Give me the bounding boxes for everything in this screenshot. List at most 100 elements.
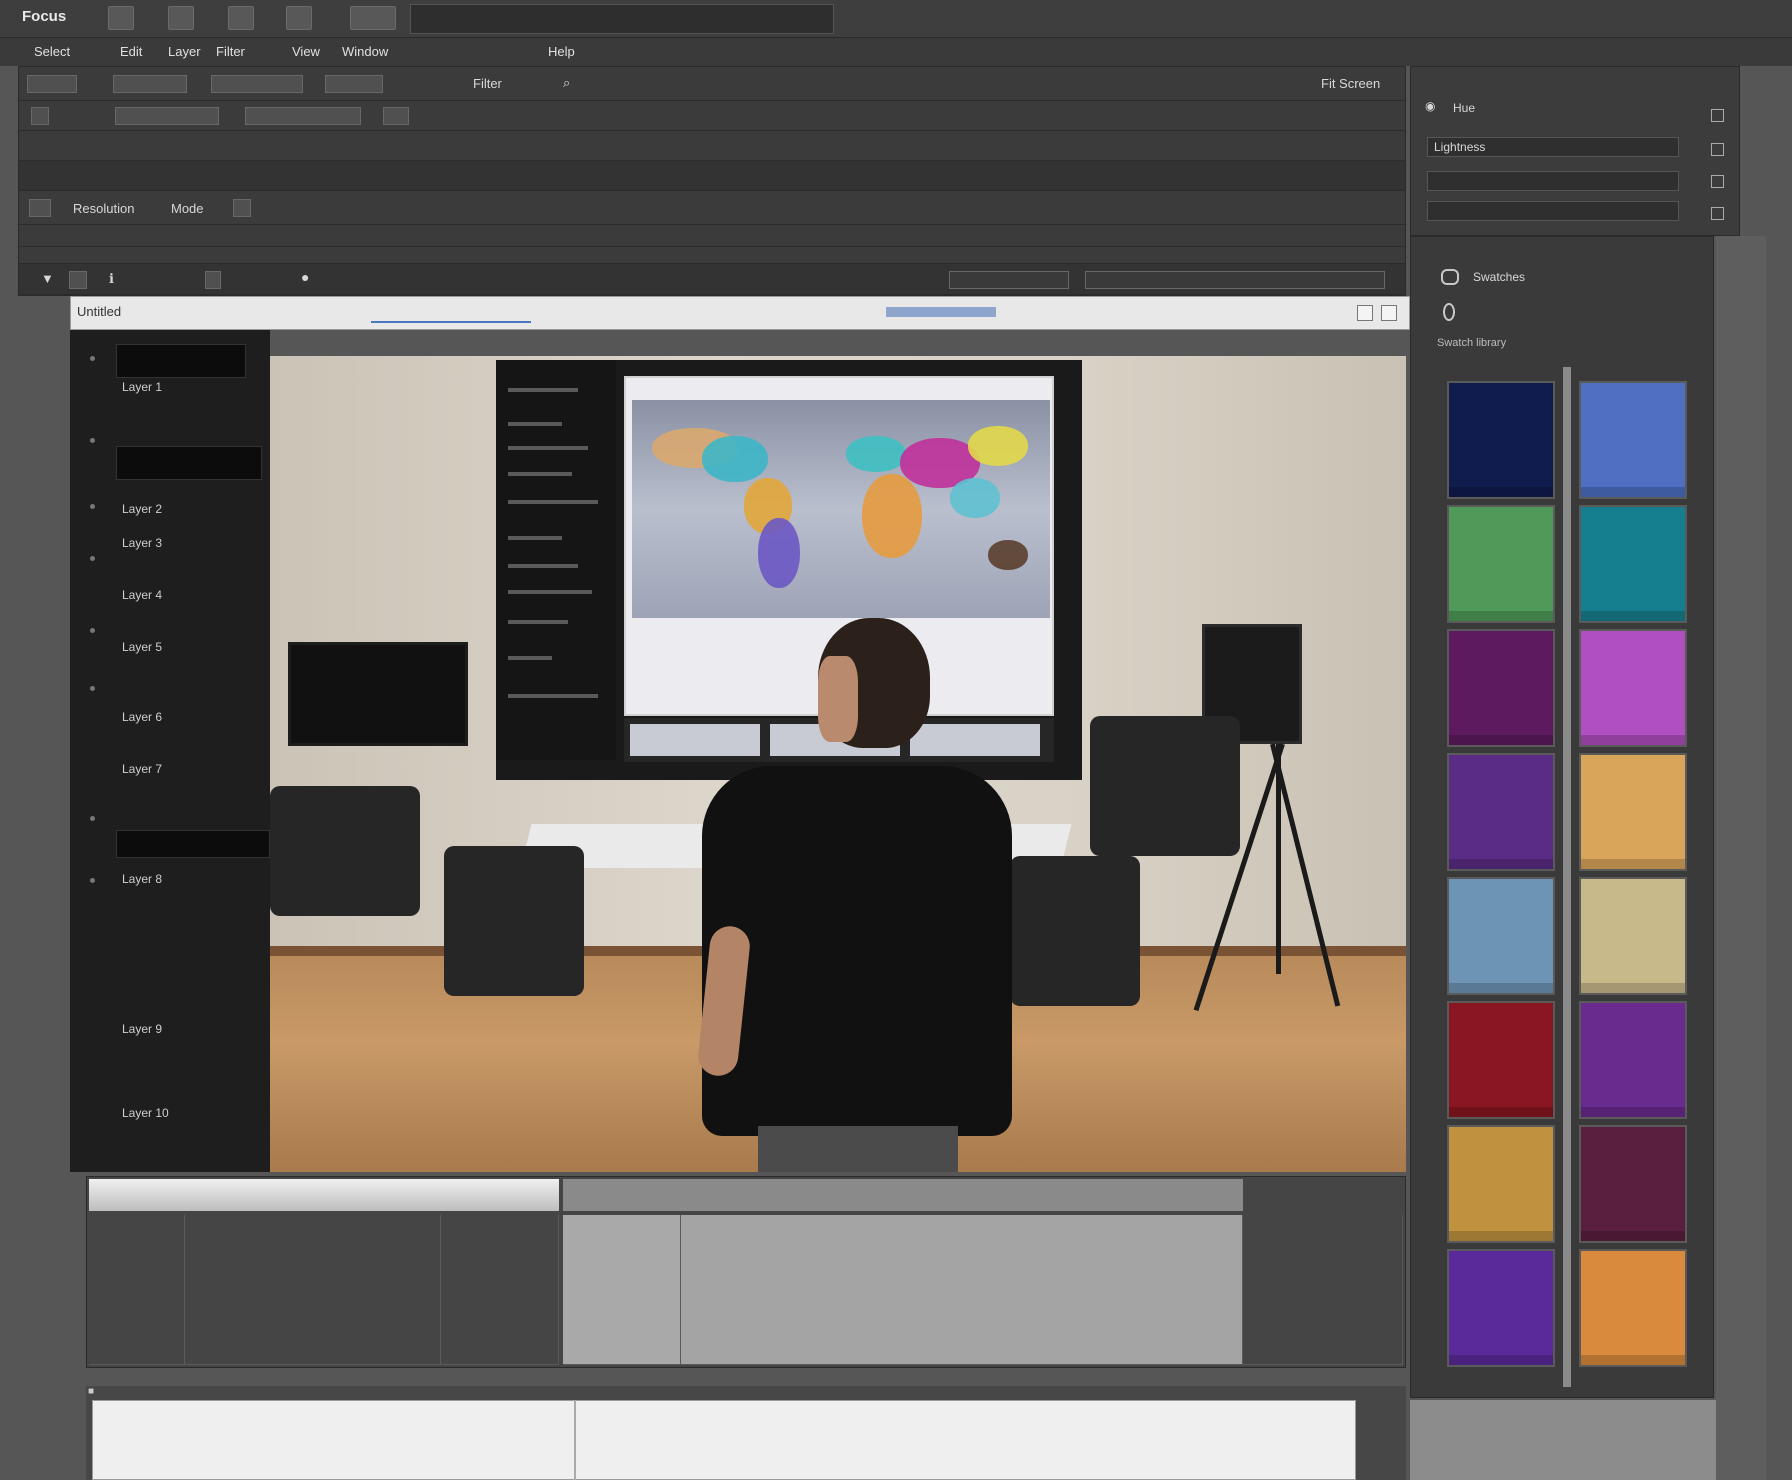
option-checkbox[interactable] [1711, 175, 1724, 188]
lightness-field[interactable]: Lightness [1427, 137, 1679, 157]
document-tab[interactable]: Untitled [77, 304, 121, 319]
levels-field[interactable] [1427, 201, 1679, 221]
layer-item[interactable]: Layer 7 [122, 762, 162, 776]
blend-mode-dropdown[interactable] [949, 271, 1069, 289]
color-swatch[interactable] [1579, 505, 1687, 623]
visibility-icon[interactable] [90, 356, 95, 361]
track-label-column [89, 1215, 185, 1365]
color-swatch[interactable] [1447, 1001, 1555, 1119]
visibility-icon[interactable] [90, 628, 95, 633]
menu-item-edit[interactable]: Edit [120, 44, 142, 59]
options-row-2 [19, 101, 1405, 131]
menu-item-help[interactable]: Help [548, 44, 575, 59]
flow-icon[interactable] [383, 107, 409, 125]
layer-item[interactable]: Layer 3 [122, 536, 162, 550]
transform-icon[interactable] [113, 75, 187, 93]
menu-item-filter[interactable]: Filter [216, 44, 245, 59]
visibility-icon[interactable] [90, 504, 95, 509]
zoom-icon[interactable]: ⌕ [563, 75, 570, 91]
filter-icon[interactable]: ▼ [41, 271, 54, 286]
layer-item[interactable]: Layer 9 [122, 1022, 162, 1036]
saturation-field[interactable] [1427, 171, 1679, 191]
option-checkbox[interactable] [1711, 207, 1724, 220]
track-cell[interactable] [185, 1215, 441, 1365]
color-swatch[interactable] [1579, 1125, 1687, 1243]
mode-toggle[interactable] [233, 199, 251, 217]
bar-chart-icon[interactable] [69, 271, 87, 289]
opacity-control[interactable] [245, 107, 361, 125]
track-cell[interactable] [1243, 1215, 1403, 1365]
eyedropper-icon[interactable] [1443, 303, 1455, 321]
layer-options-bar[interactable] [1085, 271, 1385, 289]
color-swatch[interactable] [1579, 877, 1687, 995]
layer-item[interactable]: Layer 10 [122, 1106, 169, 1120]
resolution-label: Resolution [73, 201, 135, 216]
image-canvas[interactable] [270, 356, 1406, 1172]
lock-icon[interactable] [205, 271, 221, 289]
timeline-ruler[interactable] [89, 1179, 559, 1211]
track-clip[interactable] [681, 1215, 1243, 1365]
menu-item-window[interactable]: Window [342, 44, 388, 59]
move-tool-icon[interactable] [27, 75, 77, 93]
visibility-icon[interactable] [90, 878, 95, 883]
color-swatch[interactable] [1447, 505, 1555, 623]
color-swatch[interactable] [1447, 877, 1555, 995]
layer-selected-3[interactable] [116, 830, 270, 858]
hue-label: Hue [1453, 101, 1476, 115]
option-checkbox[interactable] [1711, 143, 1724, 156]
layers-icon[interactable] [350, 6, 396, 30]
color-swatch[interactable] [1579, 629, 1687, 747]
layer-item[interactable]: Layer 1 [122, 380, 162, 394]
visibility-icon[interactable] [90, 816, 95, 821]
hue-icon[interactable]: ◉ [1425, 99, 1435, 113]
brush-settings[interactable] [115, 107, 219, 125]
panel-dock-strip [1716, 236, 1766, 1480]
info-icon[interactable]: ℹ [109, 271, 114, 287]
menu-item-select[interactable]: Select [34, 44, 70, 59]
color-swatch[interactable] [1579, 1249, 1687, 1367]
visibility-icon[interactable] [90, 438, 95, 443]
layer-selected-2[interactable] [116, 446, 262, 480]
search-input[interactable] [410, 4, 834, 34]
open-file-icon[interactable] [168, 6, 194, 30]
swatches-icon[interactable] [1441, 269, 1459, 285]
color-swatch[interactable] [1447, 381, 1555, 499]
options-row-6 [19, 225, 1405, 247]
layer-item[interactable]: Layer 4 [122, 588, 162, 602]
option-checkbox[interactable] [1711, 109, 1724, 122]
color-swatch[interactable] [1447, 1125, 1555, 1243]
close-icon[interactable] [1381, 305, 1397, 321]
track-cell[interactable] [441, 1215, 559, 1365]
color-swatch[interactable] [1447, 1249, 1555, 1367]
minimize-icon[interactable] [1357, 305, 1373, 321]
properties-input[interactable] [92, 1400, 1356, 1480]
swatch-library-label: Swatch library [1437, 337, 1507, 349]
options-area: Filter ⌕ Fit Screen Resolution Mode ▼ ℹ … [18, 66, 1406, 296]
grid-icon[interactable] [31, 107, 49, 125]
color-swatch[interactable] [1447, 629, 1555, 747]
layer-item[interactable]: Layer 2 [122, 502, 162, 516]
print-icon[interactable] [286, 6, 312, 30]
visibility-icon[interactable] [90, 686, 95, 691]
visibility-icon[interactable] [90, 556, 95, 561]
menu-item-view[interactable]: View [292, 44, 320, 59]
color-swatch[interactable] [1579, 1001, 1687, 1119]
panel-toggle-icon[interactable]: ■ [88, 1386, 94, 1397]
layer-item[interactable]: Layer 5 [122, 640, 162, 654]
color-swatch[interactable] [1447, 753, 1555, 871]
reset-button[interactable] [325, 75, 383, 93]
pin-icon[interactable]: ● [301, 269, 309, 285]
save-icon[interactable] [228, 6, 254, 30]
color-swatch[interactable] [1579, 381, 1687, 499]
fit-screen-button[interactable]: Fit Screen [1321, 76, 1380, 91]
options-dropdown[interactable] [211, 75, 303, 93]
timeline-ruler-track[interactable] [563, 1179, 1243, 1211]
color-swatch[interactable] [1579, 753, 1687, 871]
layer-selected-1[interactable] [116, 344, 246, 378]
checkbox-icon[interactable] [29, 199, 51, 217]
track-clip[interactable] [563, 1215, 681, 1365]
layer-item[interactable]: Layer 8 [122, 872, 162, 886]
new-file-icon[interactable] [108, 6, 134, 30]
menu-item-layer[interactable]: Layer [168, 44, 201, 59]
layer-item[interactable]: Layer 6 [122, 710, 162, 724]
